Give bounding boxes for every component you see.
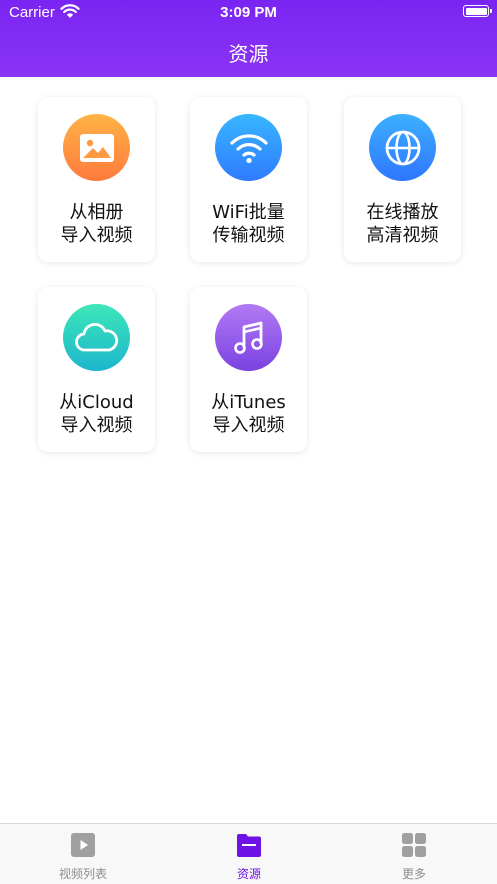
icon-circle	[63, 114, 130, 181]
tab-label: 资源	[236, 867, 261, 881]
card-label-line2: 传输视频	[212, 225, 285, 246]
nav-header: Carrier 3:09 PM 资源	[0, 0, 497, 77]
status-bar: Carrier 3:09 PM	[0, 0, 497, 26]
icon-circle	[215, 304, 282, 371]
grid-icon	[402, 833, 426, 857]
tab-label: 更多	[401, 867, 426, 881]
online-playback-card[interactable]: 在线播放 高清视频	[344, 97, 461, 262]
wifi-icon	[229, 133, 268, 163]
page-title: 资源	[228, 42, 269, 66]
card-label-line1: 从相册	[69, 202, 124, 223]
card-label-line1: 从iTunes	[211, 392, 286, 413]
photo-icon	[79, 133, 114, 162]
music-icon	[233, 321, 263, 354]
import-from-album-card[interactable]: 从相册 导入视频	[38, 97, 155, 262]
cloud-icon	[74, 322, 118, 351]
card-label-line2: 导入视频	[212, 415, 285, 436]
card-label-line2: 导入视频	[60, 415, 133, 436]
tab-label: 视频列表	[58, 867, 107, 881]
tab-video-list[interactable]: 视频列表	[23, 824, 143, 884]
icon-circle	[369, 114, 436, 181]
card-label-line2: 导入视频	[60, 225, 133, 246]
tab-more[interactable]: 更多	[354, 824, 474, 884]
card-label-line1: 在线播放	[366, 202, 439, 223]
folder-icon	[237, 834, 261, 857]
battery-icon	[463, 5, 492, 17]
tab-bar: 视频列表 资源 更多	[0, 823, 497, 884]
tab-resources[interactable]: 资源	[189, 824, 309, 884]
wifi-transfer-card[interactable]: WiFi批量 传输视频	[190, 97, 307, 262]
card-label: 从相册 导入视频	[38, 201, 155, 247]
icon-circle	[63, 304, 130, 371]
card-label: WiFi批量 传输视频	[190, 201, 307, 247]
import-from-itunes-card[interactable]: 从iTunes 导入视频	[190, 287, 307, 452]
play-icon	[71, 833, 95, 857]
card-label-line1: WiFi批量	[212, 202, 285, 223]
card-label-line1: 从iCloud	[59, 392, 134, 413]
status-time: 3:09 PM	[220, 4, 277, 21]
import-from-icloud-card[interactable]: 从iCloud 导入视频	[38, 287, 155, 452]
icon-circle	[215, 114, 282, 181]
card-label: 在线播放 高清视频	[344, 201, 461, 247]
card-label: 从iCloud 导入视频	[38, 391, 155, 437]
card-label: 从iTunes 导入视频	[190, 391, 307, 437]
card-label-line2: 高清视频	[366, 225, 439, 246]
globe-icon	[385, 130, 420, 165]
